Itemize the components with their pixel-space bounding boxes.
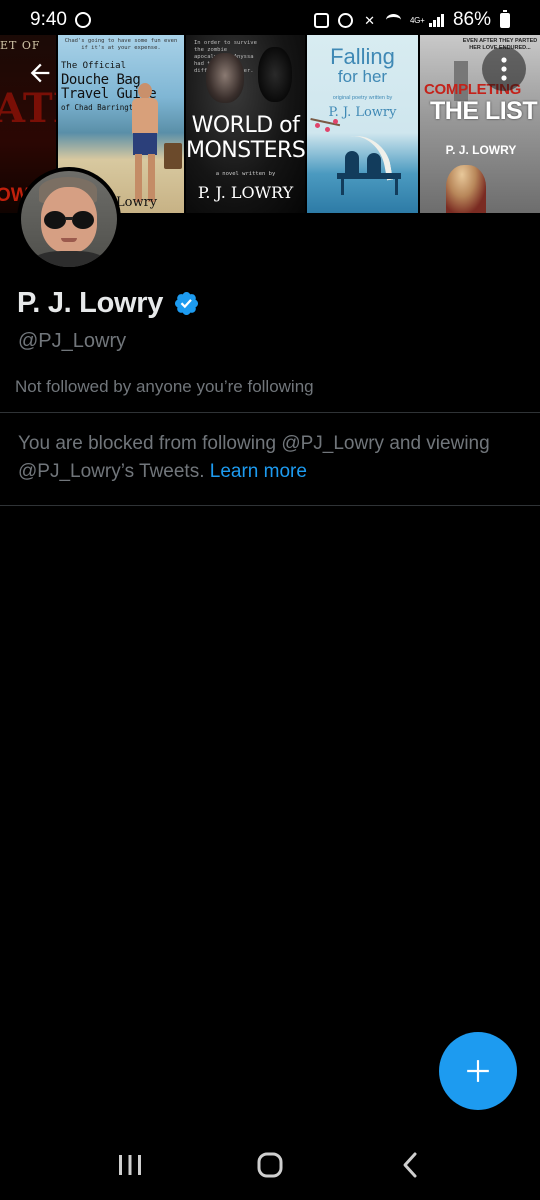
system-back-button[interactable] — [380, 1135, 440, 1195]
recent-apps-button[interactable] — [100, 1135, 160, 1195]
book3-title-line1: WORLD of — [191, 113, 300, 138]
book4-blossom — [315, 123, 320, 128]
book3-shadow-image — [258, 47, 292, 102]
book3-author: P. J. LOWRY — [197, 183, 294, 202]
home-button[interactable] — [240, 1135, 300, 1195]
book4-blossom — [333, 119, 338, 124]
divider — [0, 505, 540, 506]
book4-blossom — [325, 127, 330, 132]
status-right: ✕ 4G+ 86% — [314, 9, 510, 31]
status-time: 9:40 — [30, 9, 67, 30]
book3-face-image — [206, 53, 244, 103]
book3-novel-text: a novel written by — [215, 171, 276, 177]
avatar-image — [21, 171, 117, 267]
profile-handle: @PJ_Lowry — [18, 330, 127, 352]
book-cover-world-of-monsters: In order to survive the zombie apocalyps… — [186, 35, 305, 213]
recent-apps-icon — [119, 1155, 141, 1175]
alarm-icon — [338, 12, 354, 28]
book4-subtitle: original poetry written by — [332, 95, 393, 101]
lock-icon — [314, 12, 330, 28]
book4-title-line2: for her — [337, 67, 388, 86]
book4-bench — [337, 173, 401, 179]
back-button[interactable] — [22, 55, 58, 91]
profile-name-row: P. J. Lowry — [17, 287, 200, 320]
status-bar: 9:40 ✕ 4G+ 86% — [0, 0, 540, 40]
book5-figure — [446, 165, 486, 213]
avatar[interactable] — [17, 167, 121, 271]
book5-author: P. J. LOWRY — [445, 143, 517, 157]
book2-suitcase — [164, 143, 182, 169]
wifi-icon — [386, 14, 402, 26]
signal-icon — [429, 13, 444, 27]
system-navigation-bar — [0, 1130, 540, 1200]
book2-author: Lowry — [116, 195, 158, 210]
book3-title-line2: MONSTERS — [186, 138, 305, 163]
book4-title-line1: Falling — [330, 44, 395, 69]
network-type: 4G+ — [410, 15, 425, 25]
mute-icon: ✕ — [364, 12, 375, 28]
book2-figure — [130, 83, 162, 213]
book3-title: WORLD of MONSTERS — [186, 113, 305, 163]
blocked-message: You are blocked from following @PJ_Lowry… — [18, 430, 528, 486]
more-vertical-icon — [501, 57, 507, 81]
book1-mid-text: ATH — [0, 85, 56, 132]
more-options-button[interactable] — [482, 47, 526, 91]
book4-bench-leg — [341, 179, 344, 195]
chevron-left-icon — [403, 1152, 417, 1178]
book5-title-line2: THE LIST — [430, 97, 538, 125]
profile-name: P. J. Lowry — [17, 287, 164, 319]
followed-by-text: Not followed by anyone you’re following — [15, 377, 314, 396]
book1-top-text: ET OF — [0, 39, 41, 52]
divider — [0, 412, 540, 413]
book2-title-line1: The Official — [61, 61, 127, 71]
book4-bench-leg — [395, 179, 398, 195]
home-icon — [257, 1152, 283, 1178]
book4-author: P. J. Lowry — [328, 105, 397, 120]
book4-person — [345, 151, 359, 175]
sync-status-icon — [74, 12, 91, 28]
compose-tweet-button[interactable] — [439, 1032, 517, 1110]
battery-icon — [500, 9, 510, 28]
battery-percent: 86% — [452, 9, 491, 30]
plus-icon — [467, 1060, 489, 1082]
book4-title: Falling for her — [307, 44, 418, 87]
verified-badge-icon[interactable] — [173, 290, 200, 317]
book4-person — [367, 153, 381, 175]
learn-more-link[interactable]: Learn more — [210, 461, 307, 482]
arrow-left-icon — [30, 63, 50, 83]
status-left: 9:40 — [30, 9, 91, 31]
book-cover-falling-for-her: Falling for her original poetry written … — [307, 35, 418, 213]
